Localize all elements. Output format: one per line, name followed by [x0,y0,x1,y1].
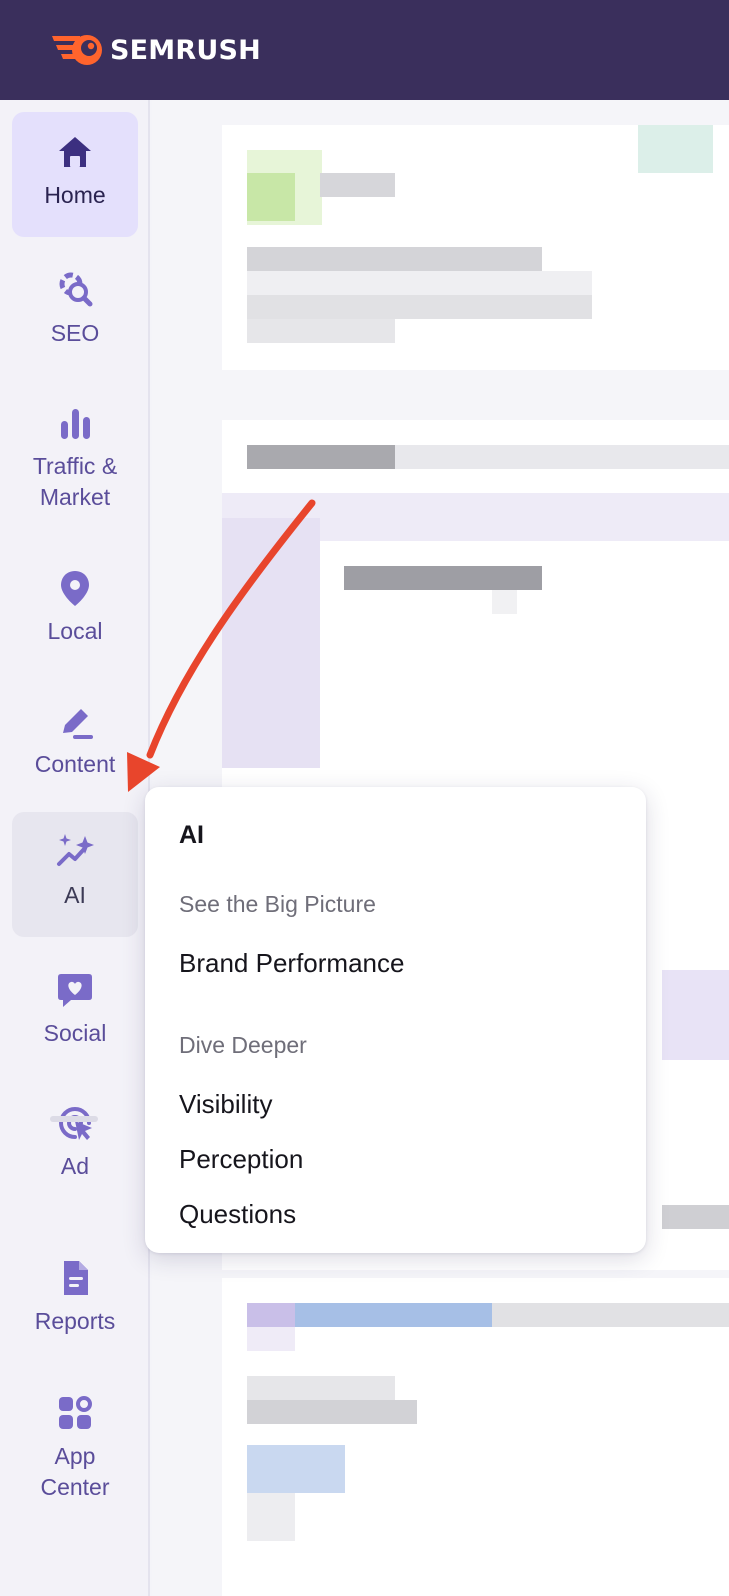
menu-link-questions[interactable]: Questions [179,1199,296,1230]
section-heading-big-picture: See the Big Picture [179,891,376,917]
sidebar-item-label: App Center [40,1443,110,1500]
dashboard-card [222,125,729,370]
top-bar: SEMRUSH [0,0,729,100]
brand-name: SEMRUSH [110,34,261,66]
dashboard-card [222,1278,729,1596]
sparkles-trend-icon [57,834,94,866]
sidebar-item-label: Social [43,1020,107,1046]
apps-grid-icon [59,1396,92,1429]
blurred-block [247,271,592,295]
sidebar-item-label: AI [64,882,86,908]
sidebar-item-label: Content [34,751,116,777]
chat-heart-icon [58,974,92,1007]
blurred-block [662,1205,729,1229]
menu-link-perception[interactable]: Perception [179,1144,303,1175]
sidebar-item-local[interactable]: Local [12,560,138,680]
sidebar-item-label: Ad [60,1153,90,1179]
map-pin-icon [61,571,89,606]
sidebar-item-social[interactable]: Social [12,962,138,1082]
blurred-block [492,1303,729,1327]
sidebar-divider [50,1116,98,1122]
blurred-block [247,319,395,343]
sidebar-item-content[interactable]: Content [12,693,138,813]
semrush-logo[interactable]: SEMRUSH [50,30,261,70]
blurred-block [395,445,729,469]
seo-gear-search-icon [59,272,93,307]
blurred-block [638,125,713,173]
bar-chart-icon [61,409,90,439]
blurred-block [222,518,320,768]
sidebar-item-label: SEO [50,320,100,346]
blurred-block [247,1327,295,1351]
sidebar-item-label: Home [44,182,106,208]
menu-link-visibility[interactable]: Visibility [179,1089,272,1120]
sidebar-item-app-center[interactable]: App Center [12,1385,138,1525]
document-icon [64,1261,88,1295]
pencil-icon [63,709,93,739]
blurred-block [247,1303,295,1327]
section-heading-dive-deeper: Dive Deeper [179,1032,307,1058]
target-cursor-icon [59,1107,92,1140]
blurred-block [247,1400,417,1424]
blurred-block [247,1445,345,1493]
ai-menu-title: AI [179,821,204,849]
sidebar-item-ad[interactable]: Ad [12,1095,138,1190]
blurred-block [247,1376,395,1400]
menu-link-brand-performance[interactable]: Brand Performance [179,948,404,979]
blurred-block [492,590,517,614]
semrush-fireball-icon [52,35,102,65]
blurred-block [344,566,542,590]
blurred-block [247,445,395,469]
blurred-block [247,295,592,319]
sidebar-item-home[interactable]: Home [12,112,138,237]
sidebar-item-seo[interactable]: SEO [12,245,138,370]
blurred-block [247,1493,295,1541]
sidebar-item-label: Traffic & Market [32,453,118,510]
blurred-block [662,970,729,1060]
blurred-block [247,247,542,271]
sidebar-item-reports[interactable]: Reports [12,1250,138,1350]
blurred-block [247,173,295,221]
home-icon [59,137,91,167]
ai-menu-popover: AI See the Big Picture Brand Performance… [145,787,646,1253]
sidebar-item-label: Local [47,618,103,644]
blurred-block [320,173,395,197]
sidebar-item-ai[interactable]: AI [12,812,138,937]
sidebar-item-traffic-market[interactable]: Traffic & Market [12,395,138,535]
sidebar-item-label: Reports [34,1308,116,1334]
